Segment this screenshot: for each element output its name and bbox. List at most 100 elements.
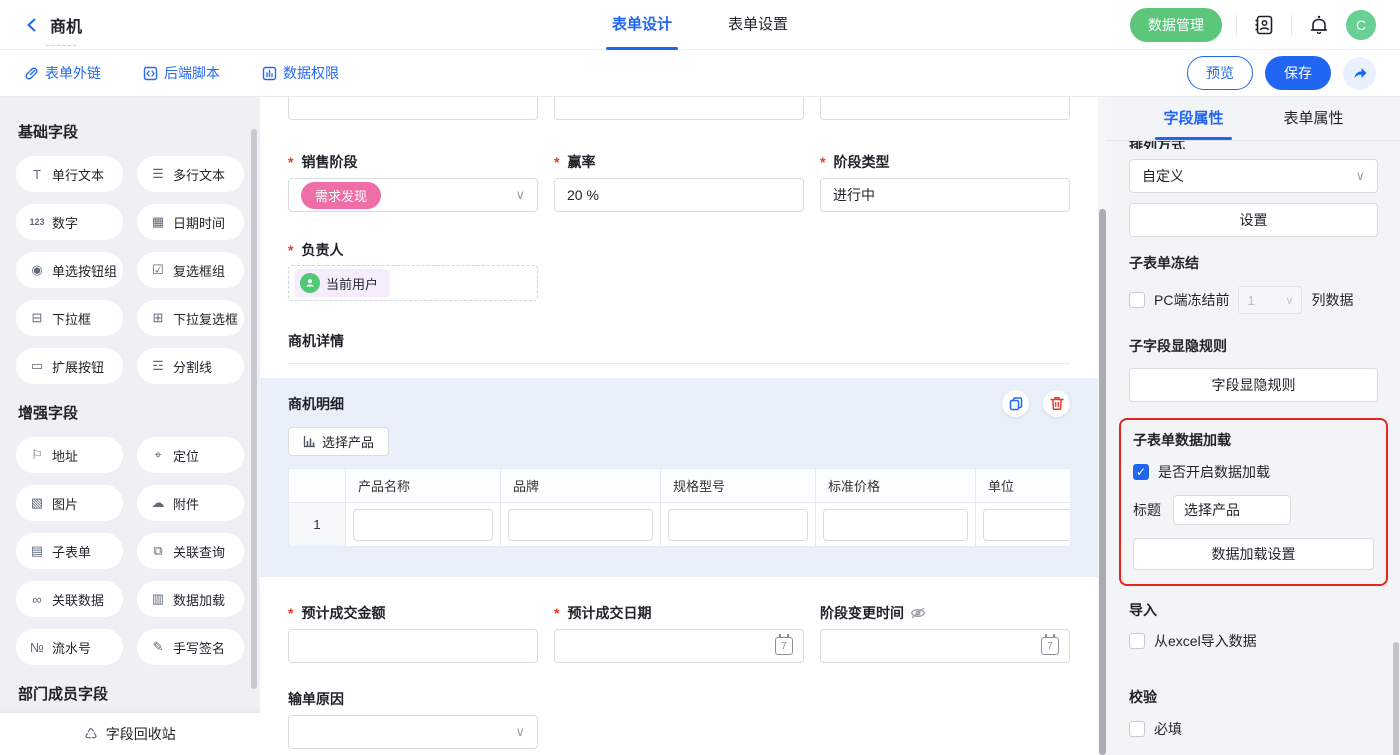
field-visibility-rules-button[interactable]: 字段显隐规则 — [1129, 368, 1378, 402]
copy-field-button[interactable] — [1002, 390, 1029, 417]
cell-input[interactable] — [668, 509, 808, 541]
tab-field-properties[interactable]: 字段属性 — [1163, 97, 1223, 140]
field-type-extend-button[interactable]: ▭扩展按钮 — [16, 348, 123, 384]
field-type-subform[interactable]: ▤子表单 — [16, 533, 123, 569]
field-stage-change-time[interactable]: 阶段变更时间 7 — [820, 603, 1070, 663]
table-cell[interactable] — [501, 503, 661, 547]
table-cell[interactable] — [661, 503, 816, 547]
field-type-linked-query[interactable]: ⧉关联查询 — [137, 533, 244, 569]
delete-field-button[interactable] — [1043, 390, 1070, 417]
contacts-book-icon[interactable] — [1251, 12, 1277, 38]
expected-amount-input[interactable] — [288, 629, 538, 663]
table-cell[interactable] — [976, 503, 1070, 547]
cell-input[interactable] — [823, 509, 968, 541]
preview-button[interactable]: 预览 — [1187, 56, 1253, 90]
field-type-linked-data[interactable]: ∞关联数据 — [16, 581, 123, 617]
table-cell[interactable] — [346, 503, 501, 547]
field-type-divider[interactable]: ☲分割线 — [137, 348, 244, 384]
win-rate-input[interactable]: 20 % — [554, 178, 804, 212]
field-expected-date[interactable]: 预计成交日期 7 — [554, 603, 804, 663]
field-library-sidebar: 基础字段T单行文本☰多行文本123数字▦日期时间◉单选按钮组☑复选框组⊟下拉框⊞… — [0, 97, 260, 755]
tab-form-settings[interactable]: 表单设置 — [728, 0, 788, 50]
save-button[interactable]: 保存 — [1265, 56, 1331, 90]
field-type-radio-group[interactable]: ◉单选按钮组 — [16, 252, 123, 288]
panel-scrollbar-thumb[interactable] — [1393, 642, 1399, 755]
tab-form-design[interactable]: 表单设计 — [612, 0, 672, 50]
settings-button[interactable]: 设置 — [1129, 203, 1378, 237]
canvas-scrollbar-track[interactable] — [1098, 97, 1107, 755]
field-recycle-bin[interactable]: ♺ 字段回收站 — [0, 713, 260, 755]
select-product-button[interactable]: 选择产品 — [288, 427, 389, 456]
cut-input[interactable] — [288, 97, 538, 120]
stage-change-time-input[interactable]: 7 — [820, 629, 1070, 663]
cell-input[interactable] — [983, 509, 1070, 541]
owner-picker[interactable]: 当前用户 — [288, 265, 538, 301]
row-number-header — [289, 469, 346, 503]
lose-reason-select[interactable]: ∨ — [288, 715, 538, 749]
field-expected-amount[interactable]: 预计成交金额 — [288, 603, 538, 663]
data-permission-icon — [262, 66, 277, 81]
back-button[interactable] — [24, 17, 40, 33]
dropdown-icon: ⊟ — [26, 310, 48, 326]
cell-input[interactable] — [353, 509, 493, 541]
radio-group-icon: ◉ — [26, 262, 48, 278]
field-lose-reason[interactable]: 输单原因 ∨ — [288, 689, 1070, 749]
data-load-highlight-box: 子表单数据加载 ✓ 是否开启数据加载 标题 选择产品 数据加载设置 — [1119, 418, 1388, 586]
freeze-checkbox[interactable] — [1129, 292, 1145, 308]
data-load-title-input[interactable]: 选择产品 — [1173, 495, 1291, 525]
field-type-label: 下拉复选框 — [173, 309, 238, 328]
cut-input[interactable] — [820, 97, 1070, 120]
field-type-signature[interactable]: ✎手写签名 — [137, 629, 244, 665]
data-manage-button[interactable]: 数据管理 — [1130, 8, 1222, 42]
field-type-number[interactable]: 123数字 — [16, 204, 123, 240]
notification-bell-icon[interactable] — [1306, 12, 1332, 38]
field-type-single-line-text[interactable]: T单行文本 — [16, 156, 123, 192]
field-type-locate[interactable]: ⌖定位 — [137, 437, 244, 473]
data-load-settings-button[interactable]: 数据加载设置 — [1133, 538, 1374, 570]
field-owner[interactable]: 负责人 当前用户 — [288, 240, 1070, 301]
cut-input[interactable] — [554, 97, 804, 120]
expected-date-input[interactable]: 7 — [554, 629, 804, 663]
field-sales-stage[interactable]: 销售阶段 需求发现 ∨ — [288, 152, 538, 212]
field-type-data-load[interactable]: ▥数据加载 — [137, 581, 244, 617]
subform-table: 产品名称品牌规格型号标准价格单位 1 — [288, 468, 1070, 547]
field-divider-detail[interactable]: 商机详情 — [288, 331, 1070, 364]
excel-import-checkbox[interactable] — [1129, 633, 1145, 649]
tab-form-properties[interactable]: 表单属性 — [1284, 97, 1344, 140]
sidebar-scrollbar[interactable] — [251, 129, 257, 689]
field-type-attachment[interactable]: ☁附件 — [137, 485, 244, 521]
backend-script-link[interactable]: 后端脚本 — [143, 63, 220, 83]
field-type-image[interactable]: ▧图片 — [16, 485, 123, 521]
field-type-datetime[interactable]: ▦日期时间 — [137, 204, 244, 240]
import-section-title: 导入 — [1129, 600, 1378, 620]
field-type-label: 手写签名 — [173, 638, 225, 657]
form-external-link[interactable]: 表单外链 — [24, 63, 101, 83]
field-stage-type[interactable]: 阶段类型 进行中 — [820, 152, 1070, 212]
cut-off-field-row — [288, 97, 1070, 120]
chevron-down-icon: ∨ — [515, 187, 525, 203]
field-type-serial-number[interactable]: № 流水号 — [16, 629, 123, 665]
subform-field-selected[interactable]: 商机明细 — [260, 378, 1098, 577]
serial-number-icon: № — [26, 640, 48, 655]
cell-input[interactable] — [508, 509, 653, 541]
sales-stage-select[interactable]: 需求发现 ∨ — [288, 178, 538, 212]
share-button[interactable] — [1343, 57, 1376, 90]
field-win-rate[interactable]: 赢率 20 % — [554, 152, 804, 212]
freeze-count-select[interactable]: 1 ∨ — [1238, 286, 1302, 314]
field-type-dropdown[interactable]: ⊟下拉框 — [16, 300, 123, 336]
extend-button-icon: ▭ — [26, 358, 48, 374]
field-type-label: 流水号 — [52, 638, 91, 657]
field-type-multi-line-text[interactable]: ☰多行文本 — [137, 156, 244, 192]
enable-data-load-checkbox[interactable]: ✓ — [1133, 464, 1149, 480]
stage-type-input[interactable]: 进行中 — [820, 178, 1070, 212]
table-cell[interactable] — [816, 503, 976, 547]
canvas-scrollbar-thumb[interactable] — [1099, 209, 1106, 755]
data-permission-link[interactable]: 数据权限 — [262, 63, 339, 83]
field-type-checkbox-group[interactable]: ☑复选框组 — [137, 252, 244, 288]
share-arrow-icon — [1352, 65, 1368, 81]
field-type-address[interactable]: ⚐地址 — [16, 437, 123, 473]
field-type-multi-dropdown[interactable]: ⊞下拉复选框 — [137, 300, 244, 336]
mode-select[interactable]: 自定义 ∨ — [1129, 159, 1378, 193]
required-checkbox[interactable] — [1129, 721, 1145, 737]
user-avatar[interactable]: C — [1346, 10, 1376, 40]
